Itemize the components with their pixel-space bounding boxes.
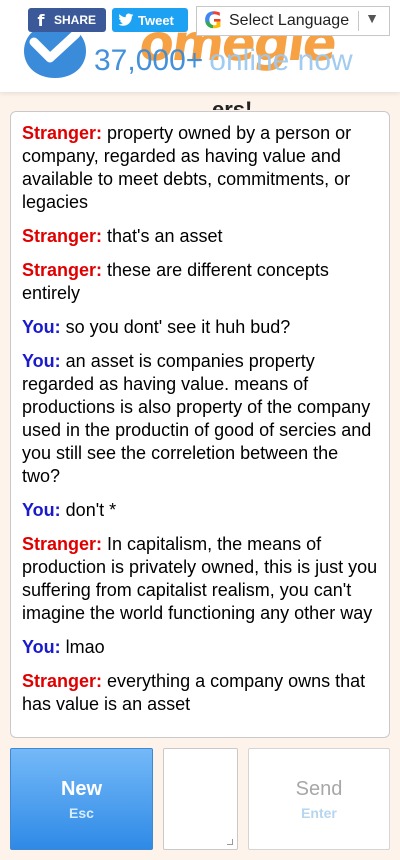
chat-log[interactable]: Stranger: property owned by a person or … <box>10 111 390 738</box>
tweet-button[interactable]: Tweet <box>112 8 188 32</box>
message-text: so you dont' see it huh bud? <box>65 317 291 337</box>
new-chat-label: New <box>60 777 103 800</box>
message-sender: Stranger: <box>22 260 103 280</box>
message-text: don't * <box>65 500 117 520</box>
chat-message: You: lmao <box>22 636 379 659</box>
message-sender: You: <box>22 500 61 520</box>
chat-message: Stranger: property owned by a person or … <box>22 122 379 214</box>
page-heading-peek: ers! <box>212 97 253 110</box>
chat-message: You: so you dont' see it huh bud? <box>22 316 379 339</box>
message-sender: Stranger: <box>22 671 103 691</box>
chat-message: Stranger: these are different concepts e… <box>22 259 379 305</box>
online-text: online now <box>209 44 353 77</box>
message-sender: You: <box>22 317 61 337</box>
chat-message: Stranger: In capitalism, the means of pr… <box>22 533 379 625</box>
share-label: SHARE <box>54 13 97 27</box>
select-divider <box>358 11 359 31</box>
language-select[interactable]: G Select Language ▼ <box>196 6 390 36</box>
facebook-share-button[interactable]: f SHARE <box>28 8 106 32</box>
chat-message: You: don't * <box>22 499 379 522</box>
message-text: that's an asset <box>107 226 223 246</box>
send-label: Send <box>295 777 343 800</box>
dropdown-arrow-icon: ▼ <box>365 10 379 26</box>
message-sender: You: <box>22 351 61 371</box>
new-chat-button[interactable]: New Esc <box>10 748 153 850</box>
send-shortcut: Enter <box>301 804 337 821</box>
message-sender: You: <box>22 637 61 657</box>
chat-message: You: an asset is companies property rega… <box>22 350 379 488</box>
message-sender: Stranger: <box>22 226 103 246</box>
chat-message: Stranger: everything a company owns that… <box>22 670 379 716</box>
message-sender: Stranger: <box>22 123 103 143</box>
google-icon: G <box>201 9 225 34</box>
message-sender: Stranger: <box>22 534 103 554</box>
message-input[interactable] <box>163 748 238 850</box>
chat-message: Stranger: that's an asset <box>22 225 379 248</box>
tweet-label: Tweet <box>138 12 174 28</box>
facebook-icon: f <box>37 10 45 30</box>
twitter-bird-icon <box>118 13 134 26</box>
resize-grip-icon[interactable] <box>227 839 233 845</box>
header: omegle 37,000+ online now f SHARE Tweet G… <box>0 0 400 92</box>
message-text: an asset is companies property regarded … <box>22 351 372 486</box>
message-text: lmao <box>65 637 105 657</box>
online-number: 37,000+ <box>94 44 204 77</box>
language-select-label: Select Language <box>229 12 350 29</box>
send-button[interactable]: Send Enter <box>248 748 390 850</box>
new-chat-shortcut: Esc <box>69 804 94 821</box>
online-count: 37,000+ online now <box>94 44 353 78</box>
